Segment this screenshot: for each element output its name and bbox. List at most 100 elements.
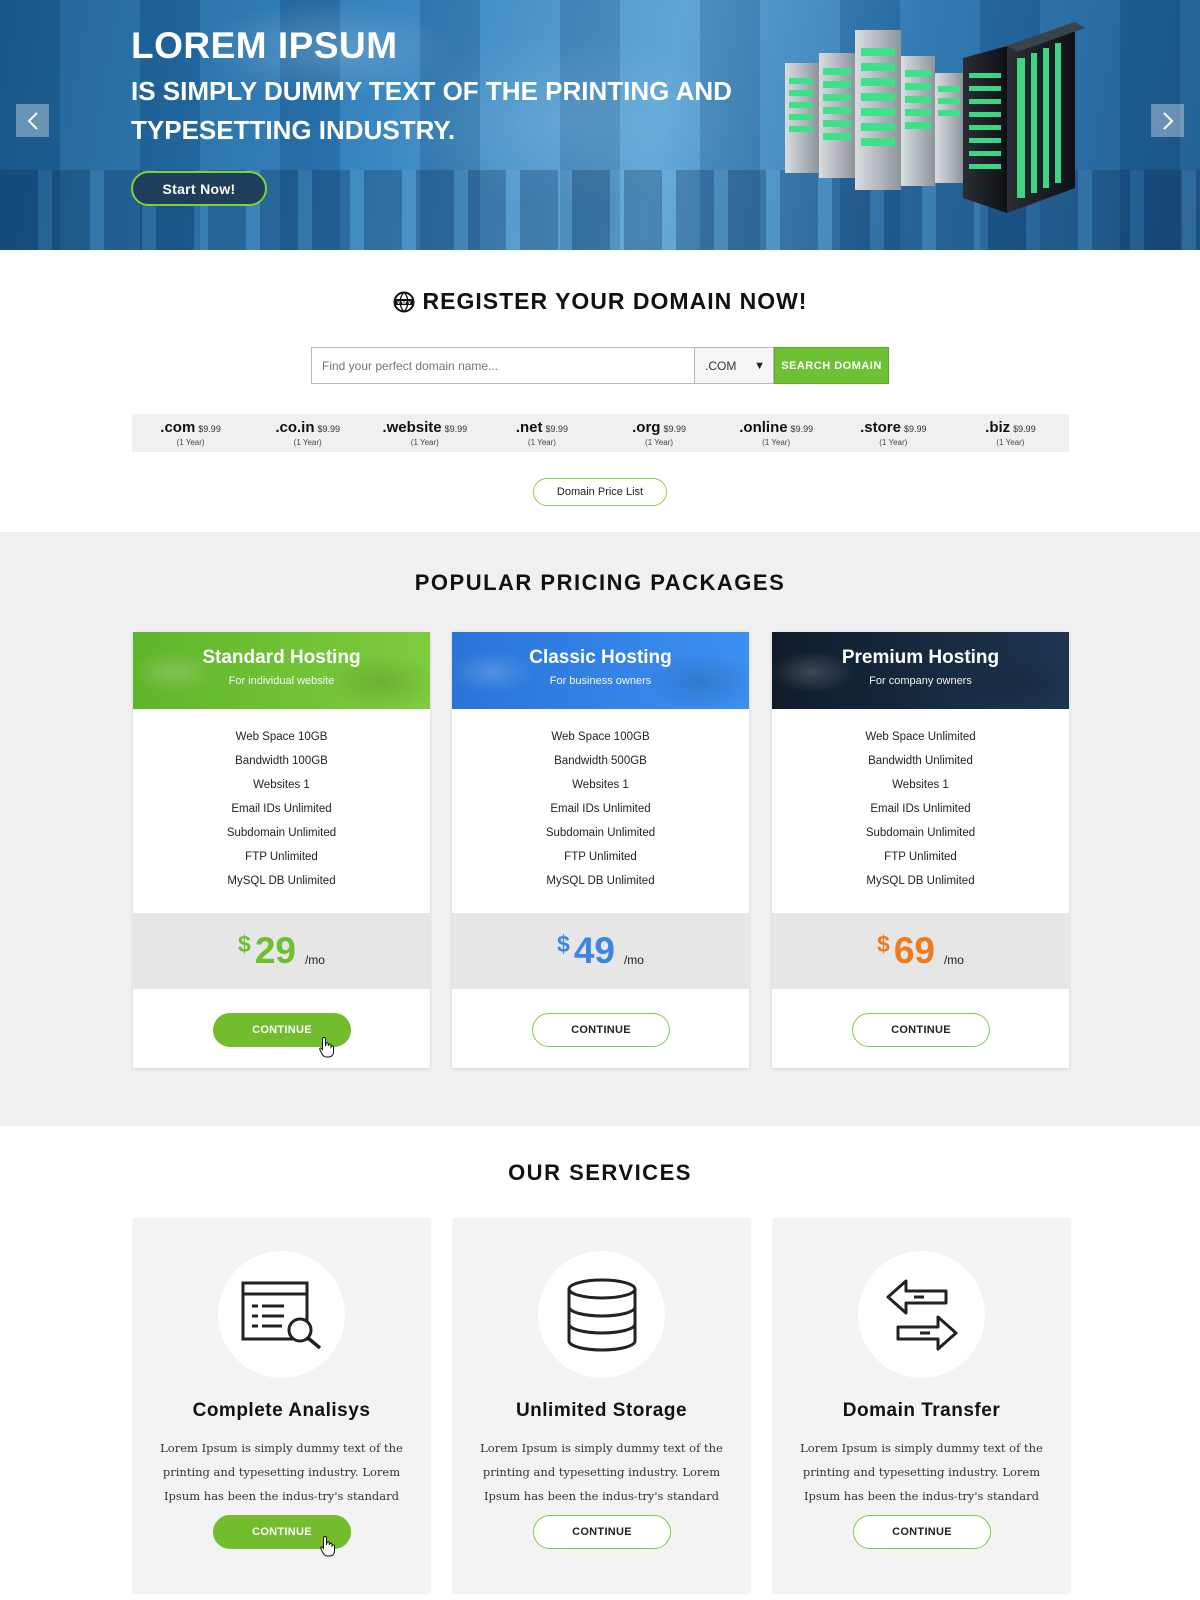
svg-text:www: www bbox=[397, 300, 411, 306]
plan-header: Premium Hosting For company owners bbox=[772, 632, 1069, 709]
feature-item: Subdomain Unlimited bbox=[226, 827, 337, 839]
server-rack-illustration bbox=[785, 22, 1085, 213]
plan-subtitle: For company owners bbox=[869, 675, 972, 687]
pricing-heading: POPULAR PRICING PACKAGES bbox=[414, 570, 786, 595]
service-card-storage: Unlimited Storage Lorem Ipsum is simply … bbox=[453, 1218, 750, 1592]
price-currency: $ bbox=[557, 931, 570, 957]
tld-period: (1 Year) bbox=[293, 438, 322, 447]
analysis-report-icon bbox=[241, 1281, 321, 1349]
plan-price: $ 49 /mo bbox=[452, 913, 749, 989]
feature-item: FTP Unlimited bbox=[564, 851, 637, 863]
service-icon-circle bbox=[858, 1251, 985, 1378]
hero-banner: LOREM IPSUM IS SIMPLY DUMMY TEXT OF THE … bbox=[0, 0, 1200, 250]
plan-card-premium: Premium Hosting For company owners Web S… bbox=[772, 632, 1069, 1068]
plan-header: Standard Hosting For individual website bbox=[133, 632, 430, 709]
tld-item[interactable]: .biz $9.99 (1 Year) bbox=[952, 419, 1069, 447]
continue-button[interactable]: CONTINUE bbox=[852, 1013, 990, 1047]
tld-item[interactable]: .com $9.99 (1 Year) bbox=[132, 419, 249, 447]
plan-features: Web Space Unlimited Bandwidth Unlimited … bbox=[772, 709, 1069, 913]
domain-heading-text: REGISTER YOUR DOMAIN NOW! bbox=[422, 288, 808, 314]
price-currency: $ bbox=[238, 931, 251, 957]
service-card-transfer: Domain Transfer Lorem Ipsum is simply du… bbox=[773, 1218, 1070, 1592]
tld-selected-value: .COM bbox=[705, 358, 737, 373]
tld-price: $9.99 bbox=[317, 424, 341, 434]
feature-item: Email IDs Unlimited bbox=[231, 803, 332, 815]
plan-header: Classic Hosting For business owners bbox=[452, 632, 749, 709]
services-heading: OUR SERVICES bbox=[508, 1160, 692, 1185]
feature-item: MySQL DB Unlimited bbox=[866, 875, 975, 887]
plan-features: Web Space 100GB Bandwidth 500GB Websites… bbox=[452, 709, 749, 913]
feature-item: Web Space 10GB bbox=[235, 731, 328, 743]
hero-title: LOREM IPSUM bbox=[131, 25, 398, 66]
feature-item: Web Space Unlimited bbox=[865, 731, 976, 743]
start-now-button[interactable]: Start Now! bbox=[131, 171, 267, 206]
tld-item[interactable]: .org $9.99 (1 Year) bbox=[601, 419, 718, 447]
domain-heading: www REGISTER YOUR DOMAIN NOW! bbox=[0, 288, 1200, 315]
chevron-right-icon bbox=[1162, 111, 1173, 130]
tld-name: .org bbox=[632, 419, 661, 436]
tld-price-strip: .com $9.99 (1 Year) .co.in $9.99 (1 Year) .w… bbox=[132, 414, 1069, 452]
tld-period: (1 Year) bbox=[879, 438, 908, 447]
tld-name: .biz bbox=[985, 419, 1011, 436]
continue-button[interactable]: CONTINUE bbox=[532, 1013, 670, 1047]
feature-item: MySQL DB Unlimited bbox=[546, 875, 655, 887]
tld-dropdown[interactable]: .COM ▼ bbox=[695, 347, 774, 384]
tld-item[interactable]: .net $9.99 (1 Year) bbox=[483, 419, 600, 447]
plan-subtitle: For business owners bbox=[549, 675, 652, 687]
domain-search-input[interactable] bbox=[311, 347, 695, 384]
pricing-section: POPULAR PRICING PACKAGES Standard Hostin… bbox=[0, 532, 1200, 1126]
price-period: /mo bbox=[623, 953, 644, 967]
continue-button[interactable]: CONTINUE bbox=[533, 1515, 671, 1549]
plan-card-standard: Standard Hosting For individual website … bbox=[133, 632, 430, 1068]
tld-item[interactable]: .online $9.99 (1 Year) bbox=[718, 419, 835, 447]
tld-name: .co.in bbox=[275, 419, 315, 436]
tld-period: (1 Year) bbox=[996, 438, 1025, 447]
feature-item: Bandwidth Unlimited bbox=[868, 755, 973, 767]
price-period: /mo bbox=[943, 953, 964, 967]
tld-name: .com bbox=[160, 419, 196, 436]
hand-cursor-icon bbox=[319, 1036, 334, 1058]
tld-period: (1 Year) bbox=[645, 438, 674, 447]
services-section: OUR SERVICES Complete Analisys Lorem Ips… bbox=[0, 1126, 1200, 1600]
feature-item: Websites 1 bbox=[572, 779, 629, 791]
service-title: Unlimited Storage bbox=[515, 1400, 688, 1421]
domain-price-list-button[interactable]: Domain Price List bbox=[533, 478, 667, 506]
plan-card-classic: Classic Hosting For business owners Web … bbox=[452, 632, 749, 1068]
tld-period: (1 Year) bbox=[527, 438, 556, 447]
slider-next-button[interactable] bbox=[1151, 104, 1184, 137]
tld-price: $9.99 bbox=[545, 424, 569, 434]
service-icon-circle bbox=[538, 1251, 665, 1378]
tld-item[interactable]: .store $9.99 (1 Year) bbox=[835, 419, 952, 447]
price-currency: $ bbox=[877, 931, 890, 957]
search-domain-button[interactable]: SEARCH DOMAIN bbox=[774, 347, 889, 384]
feature-item: Bandwidth 500GB bbox=[554, 755, 647, 767]
price-period: /mo bbox=[304, 953, 325, 967]
domain-register-section: www REGISTER YOUR DOMAIN NOW! .COM ▼ SEA… bbox=[0, 250, 1200, 532]
tld-price: $9.99 bbox=[1013, 424, 1036, 434]
tld-item[interactable]: .website $9.99 (1 Year) bbox=[366, 419, 483, 447]
plan-title: Standard Hosting bbox=[202, 647, 361, 668]
price-amount: 29 bbox=[254, 930, 296, 971]
feature-item: Subdomain Unlimited bbox=[545, 827, 656, 839]
feature-item: FTP Unlimited bbox=[245, 851, 318, 863]
tld-name: .store bbox=[860, 419, 901, 436]
tld-name: .website bbox=[382, 419, 442, 436]
chevron-left-icon bbox=[27, 111, 38, 130]
service-card-analysis: Complete Analisys Lorem Ipsum is simply … bbox=[133, 1218, 430, 1592]
www-globe-icon: www bbox=[393, 291, 415, 312]
feature-item: Websites 1 bbox=[892, 779, 949, 791]
transfer-arrows-icon bbox=[886, 1279, 957, 1350]
tld-price: $9.99 bbox=[198, 424, 221, 434]
plan-price: $ 29 /mo bbox=[133, 913, 430, 989]
feature-item: Websites 1 bbox=[253, 779, 310, 791]
slider-prev-button[interactable] bbox=[16, 104, 49, 137]
tld-period: (1 Year) bbox=[176, 438, 205, 447]
plan-price: $ 69 /mo bbox=[772, 913, 1069, 989]
tld-name: .online bbox=[739, 419, 788, 436]
plan-subtitle: For individual website bbox=[228, 675, 335, 687]
continue-button[interactable]: CONTINUE bbox=[853, 1515, 991, 1549]
tld-item[interactable]: .co.in $9.99 (1 Year) bbox=[249, 419, 366, 447]
service-icon-circle bbox=[218, 1251, 345, 1378]
tld-price: $9.99 bbox=[663, 424, 686, 434]
service-title: Domain Transfer bbox=[842, 1400, 1001, 1421]
